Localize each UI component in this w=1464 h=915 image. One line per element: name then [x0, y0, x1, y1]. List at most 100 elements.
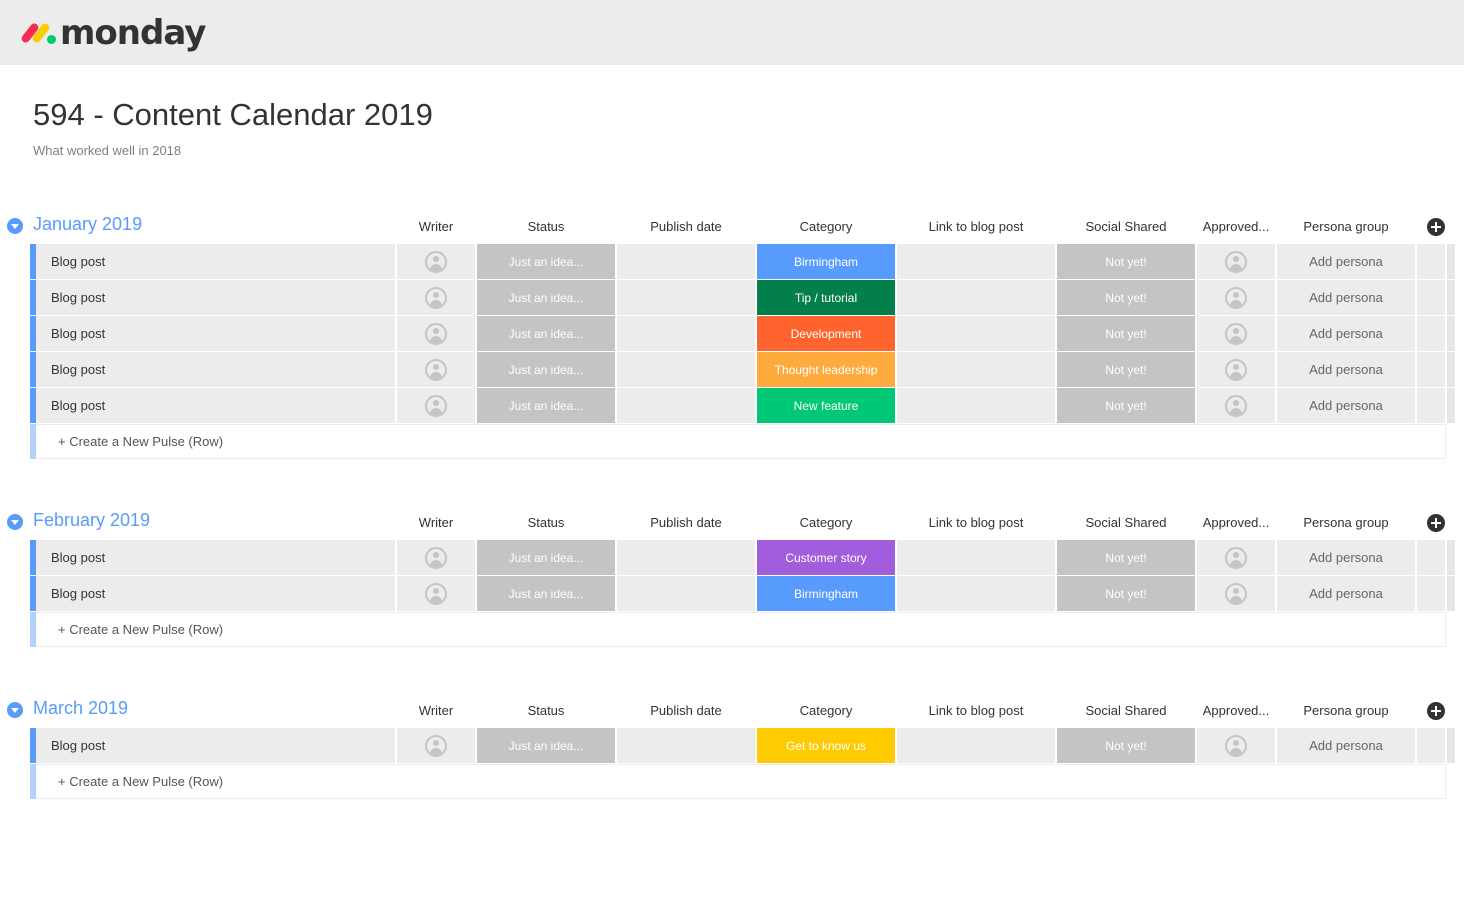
status-label[interactable]: Just an idea... — [477, 576, 615, 611]
link-cell[interactable] — [897, 352, 1055, 387]
social-shared-label[interactable]: Not yet! — [1057, 352, 1195, 387]
writer-cell[interactable] — [397, 244, 475, 279]
status-label[interactable]: Just an idea... — [477, 280, 615, 315]
item-name[interactable]: Blog post — [36, 388, 395, 423]
item-name[interactable]: Blog post — [36, 316, 395, 351]
approved-cell[interactable] — [1197, 576, 1275, 611]
approved-cell[interactable] — [1197, 540, 1275, 575]
item-name[interactable]: Blog post — [36, 280, 395, 315]
link-cell[interactable] — [897, 244, 1055, 279]
column-header-category[interactable]: Category — [757, 515, 895, 530]
create-new-row[interactable]: + Create a New Pulse (Row) — [0, 612, 1464, 648]
create-new-row-input[interactable]: + Create a New Pulse (Row) — [36, 764, 1446, 799]
board-title[interactable]: 594 - Content Calendar 2019 — [33, 97, 433, 133]
social-shared-label[interactable]: Not yet! — [1057, 540, 1195, 575]
publish-date-cell[interactable] — [617, 728, 755, 763]
publish-date-cell[interactable] — [617, 576, 755, 611]
writer-cell[interactable] — [397, 728, 475, 763]
column-header-approved[interactable]: Approved... — [1197, 703, 1275, 718]
persona-cell[interactable]: Add persona — [1277, 352, 1415, 387]
link-cell[interactable] — [897, 728, 1055, 763]
column-header-link[interactable]: Link to blog post — [897, 515, 1055, 530]
add-column-icon[interactable] — [1427, 702, 1445, 720]
column-header-persona-group[interactable]: Persona group — [1277, 703, 1415, 718]
column-header-status[interactable]: Status — [477, 515, 615, 530]
table-row[interactable]: Blog post Just an idea... New feature Not y… — [0, 388, 1464, 424]
publish-date-cell[interactable] — [617, 388, 755, 423]
create-new-row-input[interactable]: + Create a New Pulse (Row) — [36, 424, 1446, 459]
link-cell[interactable] — [897, 316, 1055, 351]
item-name[interactable]: Blog post — [36, 576, 395, 611]
table-row[interactable]: Blog post Just an idea... Development Not y… — [0, 316, 1464, 352]
column-header-publish-date[interactable]: Publish date — [617, 703, 755, 718]
status-label[interactable]: Just an idea... — [477, 728, 615, 763]
column-header-category[interactable]: Category — [757, 703, 895, 718]
column-header-writer[interactable]: Writer — [397, 515, 475, 530]
add-column-icon[interactable] — [1427, 218, 1445, 236]
column-header-category[interactable]: Category — [757, 219, 895, 234]
social-shared-label[interactable]: Not yet! — [1057, 244, 1195, 279]
writer-cell[interactable] — [397, 280, 475, 315]
create-new-row[interactable]: + Create a New Pulse (Row) — [0, 764, 1464, 800]
link-cell[interactable] — [897, 576, 1055, 611]
persona-cell[interactable]: Add persona — [1277, 244, 1415, 279]
table-row[interactable]: Blog post Just an idea... Thought leadersh… — [0, 352, 1464, 388]
create-new-row-input[interactable]: + Create a New Pulse (Row) — [36, 612, 1446, 647]
column-header-status[interactable]: Status — [477, 703, 615, 718]
category-label[interactable]: Customer story — [757, 540, 895, 575]
table-row[interactable]: Blog post Just an idea... Get to know us No… — [0, 728, 1464, 764]
category-label[interactable]: Birmingham — [757, 244, 895, 279]
publish-date-cell[interactable] — [617, 352, 755, 387]
social-shared-label[interactable]: Not yet! — [1057, 316, 1195, 351]
approved-cell[interactable] — [1197, 280, 1275, 315]
status-label[interactable]: Just an idea... — [477, 316, 615, 351]
column-header-publish-date[interactable]: Publish date — [617, 515, 755, 530]
table-row[interactable]: Blog post Just an idea... Customer story No… — [0, 540, 1464, 576]
group-title[interactable]: March 2019 — [33, 698, 128, 719]
writer-cell[interactable] — [397, 540, 475, 575]
writer-cell[interactable] — [397, 388, 475, 423]
group-title[interactable]: January 2019 — [33, 214, 142, 235]
group-title[interactable]: February 2019 — [33, 510, 150, 531]
approved-cell[interactable] — [1197, 316, 1275, 351]
collapse-group-icon[interactable] — [7, 514, 23, 530]
column-header-link[interactable]: Link to blog post — [897, 703, 1055, 718]
link-cell[interactable] — [897, 540, 1055, 575]
writer-cell[interactable] — [397, 352, 475, 387]
persona-cell[interactable]: Add persona — [1277, 576, 1415, 611]
category-label[interactable]: New feature — [757, 388, 895, 423]
publish-date-cell[interactable] — [617, 316, 755, 351]
persona-cell[interactable]: Add persona — [1277, 280, 1415, 315]
persona-cell[interactable]: Add persona — [1277, 728, 1415, 763]
column-header-approved[interactable]: Approved... — [1197, 515, 1275, 530]
category-label[interactable]: Birmingham — [757, 576, 895, 611]
add-column-icon[interactable] — [1427, 514, 1445, 532]
status-label[interactable]: Just an idea... — [477, 244, 615, 279]
column-header-writer[interactable]: Writer — [397, 703, 475, 718]
table-row[interactable]: Blog post Just an idea... Tip / tutorial No… — [0, 280, 1464, 316]
column-header-persona-group[interactable]: Persona group — [1277, 219, 1415, 234]
column-header-persona-group[interactable]: Persona group — [1277, 515, 1415, 530]
approved-cell[interactable] — [1197, 728, 1275, 763]
persona-cell[interactable]: Add persona — [1277, 388, 1415, 423]
persona-cell[interactable]: Add persona — [1277, 540, 1415, 575]
category-label[interactable]: Development — [757, 316, 895, 351]
column-header-social-shared[interactable]: Social Shared — [1057, 515, 1195, 530]
publish-date-cell[interactable] — [617, 540, 755, 575]
status-label[interactable]: Just an idea... — [477, 352, 615, 387]
collapse-group-icon[interactable] — [7, 702, 23, 718]
publish-date-cell[interactable] — [617, 244, 755, 279]
writer-cell[interactable] — [397, 576, 475, 611]
board-description[interactable]: What worked well in 2018 — [33, 143, 181, 158]
column-header-social-shared[interactable]: Social Shared — [1057, 219, 1195, 234]
item-name[interactable]: Blog post — [36, 244, 395, 279]
column-header-status[interactable]: Status — [477, 219, 615, 234]
category-label[interactable]: Thought leadership — [757, 352, 895, 387]
table-row[interactable]: Blog post Just an idea... Birmingham Not ye… — [0, 576, 1464, 612]
writer-cell[interactable] — [397, 316, 475, 351]
column-header-writer[interactable]: Writer — [397, 219, 475, 234]
column-header-link[interactable]: Link to blog post — [897, 219, 1055, 234]
social-shared-label[interactable]: Not yet! — [1057, 388, 1195, 423]
column-header-approved[interactable]: Approved... — [1197, 219, 1275, 234]
item-name[interactable]: Blog post — [36, 540, 395, 575]
